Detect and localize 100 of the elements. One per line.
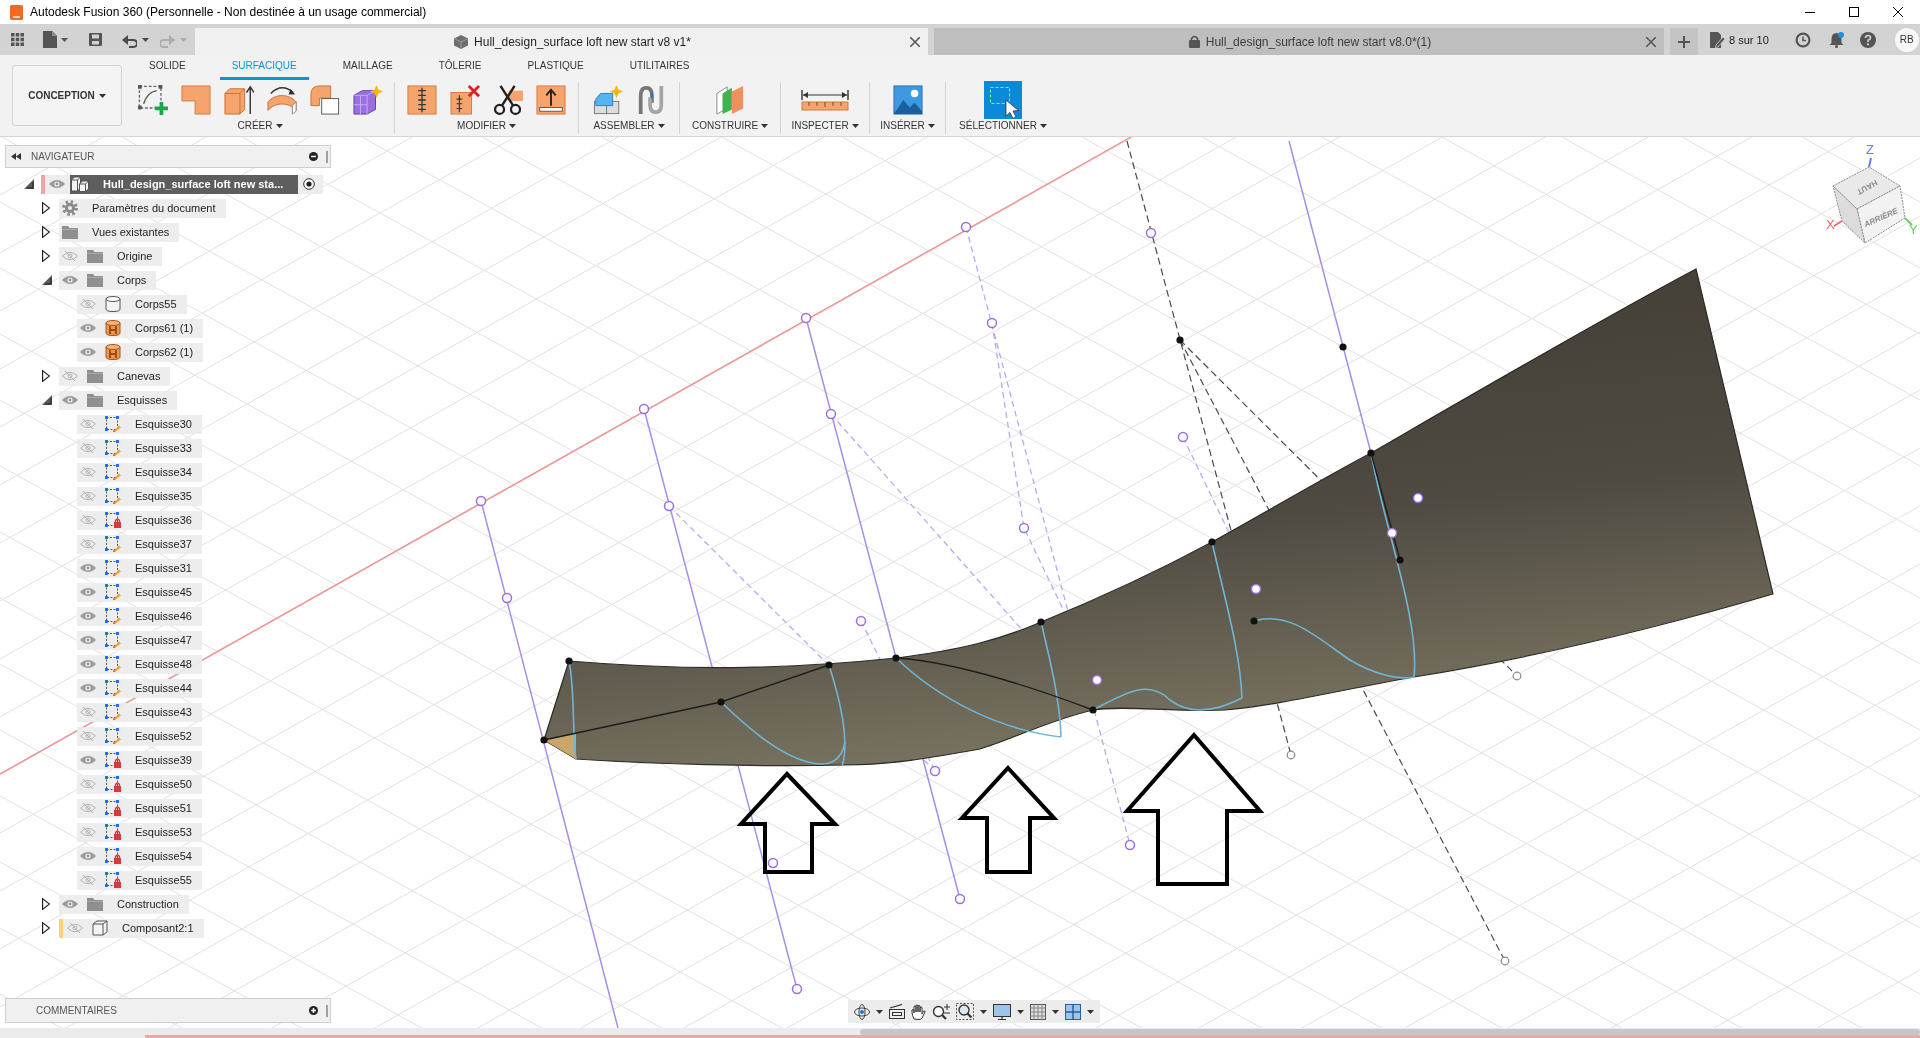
caret-icon[interactable]: [761, 123, 769, 128]
disclosure-triangle-icon[interactable]: [42, 370, 50, 382]
ruler-icon[interactable]: [801, 89, 849, 111]
orbit-icon[interactable]: [854, 1003, 870, 1020]
tree-item[interactable]: Esquisse37: [77, 534, 202, 554]
disclosure-triangle-icon[interactable]: [42, 922, 50, 934]
axis-line[interactable]: [1833, 220, 1843, 227]
caret-icon[interactable]: [508, 123, 516, 128]
clock-icon[interactable]: [1794, 31, 1811, 48]
tree-item[interactable]: Esquisse39: [77, 750, 202, 770]
new-tab-button[interactable]: [1670, 28, 1698, 55]
plus-circle-icon[interactable]: [309, 1006, 318, 1015]
caret-icon[interactable]: [1087, 1009, 1094, 1014]
disclosure-triangle-icon[interactable]: [42, 226, 50, 238]
tree-item[interactable]: Esquisse55: [77, 870, 202, 890]
user-avatar[interactable]: RB: [1894, 27, 1919, 52]
cubes-sparkle-icon[interactable]: [592, 85, 623, 115]
close-icon[interactable]: [1893, 7, 1903, 17]
file-icon[interactable]: [43, 31, 57, 48]
caret-icon[interactable]: [876, 1009, 883, 1014]
caret-icon[interactable]: [142, 37, 149, 42]
modify-menu[interactable]: MODIFIER: [457, 120, 516, 131]
clapperboard-icon[interactable]: [889, 1004, 905, 1019]
curved-band-icon[interactable]: [266, 85, 297, 115]
help-icon[interactable]: [1859, 31, 1876, 48]
panel-x-icon[interactable]: [450, 85, 480, 115]
zoom-icon[interactable]: [932, 1003, 950, 1020]
tree-item[interactable]: Esquisse46: [77, 606, 202, 626]
tree-item[interactable]: Composant2:1: [59, 918, 204, 938]
disclosure-triangle-icon[interactable]: [24, 179, 34, 189]
tree-item[interactable]: Esquisse52: [77, 726, 202, 746]
disclosure-triangle-icon[interactable]: [42, 395, 52, 405]
close-icon[interactable]: [910, 36, 920, 47]
axis-label[interactable]: Z: [1866, 142, 1874, 157]
zoom-window-icon[interactable]: [956, 1003, 974, 1020]
tree-item[interactable]: Esquisse34: [77, 462, 202, 482]
apps-grid-icon[interactable]: [11, 33, 24, 46]
tree-item[interactable]: Esquisse33: [77, 438, 202, 458]
monitor-icon[interactable]: [993, 1003, 1011, 1020]
caret-icon[interactable]: [657, 123, 665, 128]
panes-icon[interactable]: [1065, 1003, 1081, 1020]
job-status-button[interactable]: 8 sur 10: [1710, 31, 1769, 48]
tree-item[interactable]: Esquisse48: [77, 654, 202, 674]
hand-icon[interactable]: [911, 1003, 926, 1020]
create-menu[interactable]: CRÉER: [237, 120, 283, 131]
tree-item[interactable]: Paramètres du document: [59, 198, 226, 218]
document-tab[interactable]: Hull_design_surface loft new start v8.0*(1): [934, 28, 1664, 55]
minimize-icon[interactable]: [1805, 11, 1815, 13]
construct-menu[interactable]: CONSTRUIRE: [691, 120, 769, 131]
tree-item[interactable]: Esquisse45: [77, 582, 202, 602]
tree-item[interactable]: Esquisse44: [77, 678, 202, 698]
toolbar-tab[interactable]: PLASTIQUE: [515, 55, 596, 80]
radio-icon[interactable]: [303, 178, 316, 190]
bell-icon[interactable]: [1828, 31, 1844, 48]
disclosure-triangle-icon[interactable]: [42, 202, 50, 214]
caret-icon[interactable]: [980, 1009, 987, 1014]
inspect-menu[interactable]: INSPECTER: [791, 120, 859, 131]
toolbar-tab[interactable]: MAILLAGE: [330, 55, 405, 80]
caret-icon[interactable]: [851, 123, 859, 128]
cube-sparkle-icon[interactable]: [352, 85, 383, 115]
axis-line[interactable]: [1868, 157, 1872, 168]
tree-item[interactable]: Esquisse31: [77, 558, 202, 578]
disclosure-triangle-icon[interactable]: [42, 275, 52, 285]
caret-icon[interactable]: [1052, 1009, 1059, 1014]
document-tab[interactable]: Hull_design_surface loft new start v8 v1*: [195, 28, 928, 55]
ruler-panel-icon[interactable]: [407, 85, 437, 115]
caret-icon[interactable]: [1017, 1009, 1024, 1014]
maximize-icon[interactable]: [1849, 7, 1859, 17]
tree-item[interactable]: Esquisse35: [77, 486, 202, 506]
select-icon[interactable]: [984, 81, 1022, 119]
disclosure-triangle-icon[interactable]: [42, 898, 50, 910]
tree-item[interactable]: Esquisse51: [77, 798, 202, 818]
collapse-icon[interactable]: [11, 153, 21, 160]
view-cube[interactable]: [1832, 166, 1906, 244]
toolbar-tab[interactable]: SOLIDE: [137, 55, 198, 80]
tree-item[interactable]: Esquisse36: [77, 510, 202, 530]
planes-icon[interactable]: [715, 85, 745, 115]
minus-circle-icon[interactable]: [309, 152, 318, 161]
tree-item[interactable]: Esquisse50: [77, 774, 202, 794]
caret-icon[interactable]: [61, 37, 68, 42]
assemble-menu[interactable]: ASSEMBLER: [593, 120, 665, 131]
box-arrow-icon[interactable]: [223, 85, 254, 115]
caret-icon[interactable]: [275, 123, 283, 128]
stacked-shapes-icon[interactable]: [309, 85, 340, 115]
insert-menu[interactable]: INSÉRER: [880, 120, 935, 131]
workspace-menu[interactable]: CONCEPTION: [12, 65, 122, 126]
grid-icon[interactable]: [1030, 1003, 1046, 1020]
tree-item[interactable]: Esquisse54: [77, 846, 202, 866]
caret-icon[interactable]: [927, 123, 935, 128]
scissors-icon[interactable]: [493, 85, 523, 115]
tree-item[interactable]: Esquisse53: [77, 822, 202, 842]
select-menu[interactable]: SÉLECTIONNER: [959, 120, 1047, 131]
caret-icon[interactable]: [98, 93, 106, 98]
scrollbar-thumb[interactable]: [860, 1029, 1920, 1035]
toolbar-tab[interactable]: UTILITAIRES: [617, 55, 702, 80]
tree-item[interactable]: Esquisse47: [77, 630, 202, 650]
toolbar-tab[interactable]: TÔLERIE: [426, 55, 494, 80]
disclosure-triangle-icon[interactable]: [42, 250, 50, 262]
save-icon[interactable]: [89, 33, 102, 46]
image-icon[interactable]: [892, 85, 923, 115]
